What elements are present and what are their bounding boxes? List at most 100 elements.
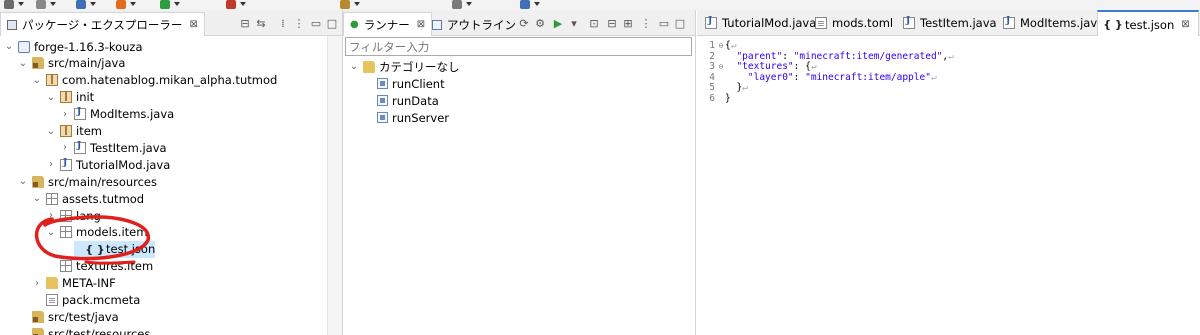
editor-tab-label: mods.toml [832, 16, 894, 30]
debug-icon[interactable] [76, 0, 86, 9]
chevron-down-icon[interactable] [18, 2, 24, 6]
filter-input[interactable] [345, 37, 692, 56]
chevron-down-icon[interactable] [90, 2, 96, 6]
minimize-icon[interactable]: ▭ [309, 16, 323, 30]
code-token: } [725, 82, 743, 94]
package-icon [46, 192, 58, 205]
close-icon[interactable]: ⊠ [1181, 19, 1189, 30]
save-icon[interactable] [4, 0, 14, 9]
tree-item[interactable]: › TutorialMod.java [46, 156, 170, 173]
run-config-item[interactable]: runClient [377, 75, 445, 92]
editor-tab[interactable]: TestItem.java [895, 10, 1005, 36]
run-config-item[interactable]: runServer [377, 109, 449, 126]
view-menu-icon[interactable]: ⋮ [639, 16, 653, 30]
chevron-right-icon[interactable]: › [46, 210, 56, 221]
nav-forward-icon[interactable] [520, 0, 530, 9]
tree-item[interactable]: ⌄ src/main/java [18, 55, 126, 72]
chevron-down-icon[interactable]: ⌄ [32, 193, 42, 204]
run-icon[interactable]: ▶ [551, 16, 565, 30]
nav-back-icon[interactable] [452, 0, 462, 9]
chevron-down-icon[interactable]: ⌄ [18, 58, 28, 69]
tree-item[interactable]: › lang [46, 207, 101, 224]
chevron-down-icon[interactable] [354, 2, 360, 6]
tree-item[interactable]: pack.mcmeta [32, 292, 140, 309]
editor-tab[interactable]: ModItems.java [995, 10, 1112, 36]
close-icon[interactable]: ⊠ [417, 19, 425, 30]
maximize-icon[interactable]: □ [673, 16, 687, 30]
chevron-down-icon[interactable] [240, 2, 246, 6]
category-row[interactable]: ⌄ カテゴリーなし [349, 58, 460, 75]
chevron-down-icon[interactable] [466, 2, 472, 6]
chevron-right-icon[interactable]: › [46, 159, 56, 170]
configure-icon[interactable]: ⚙ [533, 16, 547, 30]
main-toolbar [0, 0, 1200, 10]
chevron-right-icon[interactable]: › [60, 109, 70, 120]
tab-package-explorer[interactable]: パッケージ・エクスプローラー ⊠ [0, 12, 205, 36]
chevron-down-icon[interactable]: ⌄ [32, 75, 42, 86]
tree-item[interactable]: › TestItem.java [60, 139, 167, 156]
tree-item[interactable]: ⌄ forge-1.16.3-kouza [4, 38, 143, 55]
chevron-down-icon[interactable] [50, 2, 56, 6]
chevron-down-icon[interactable]: ⌄ [46, 227, 56, 238]
json-string: "parent" [736, 50, 783, 62]
run-config-item[interactable]: runData [377, 92, 439, 109]
run-config-label: runClient [392, 76, 445, 91]
link-with-editor-icon[interactable]: ⇆ [254, 16, 268, 30]
tree-item[interactable]: { } test.json [74, 240, 156, 258]
project-icon [18, 40, 30, 53]
chevron-down-icon[interactable]: ⌄ [349, 61, 359, 72]
new-folder-icon[interactable]: ⊡ [587, 16, 601, 30]
print-icon[interactable] [36, 0, 46, 9]
tree-item-label: src/main/resources [48, 174, 158, 189]
code-editor[interactable]: 1 ⊖{↵ 2 "parent": "minecraft:item/generate… [697, 36, 1200, 335]
tree-item[interactable]: ⌄ assets.tutmod [32, 190, 144, 207]
tab-runner[interactable]: ● ランナー ⊠ [343, 12, 433, 36]
tree-item[interactable]: ⌄ com.hatenablog.mikan_alpha.tutmod [32, 72, 277, 89]
editor-tab[interactable]: TutorialMod.java [697, 10, 824, 36]
tree-scrollbar[interactable] [327, 36, 342, 335]
tree-item[interactable]: src/test/resources [18, 325, 150, 335]
editor-tab[interactable]: { } test.json ⊠ [1097, 10, 1199, 37]
tree-item[interactable]: ⌄ init [46, 89, 94, 106]
minimize-icon[interactable]: ▭ [657, 16, 671, 30]
focus-icon[interactable]: ⁞ [276, 16, 290, 30]
view-menu-icon[interactable]: ⋮ [292, 16, 306, 30]
tree-item[interactable]: ⌄ models.item [46, 224, 148, 241]
open-type-icon[interactable] [226, 0, 236, 9]
dropdown-icon[interactable]: ▾ [567, 16, 581, 30]
chevron-down-icon[interactable] [130, 2, 136, 6]
editor-tab-label: TestItem.java [920, 16, 997, 30]
tree-item[interactable]: › ModItems.java [60, 106, 174, 123]
maximize-icon[interactable]: □ [325, 16, 339, 30]
chevron-down-icon[interactable]: ⌄ [46, 92, 56, 103]
tree-item[interactable]: src/test/java [18, 308, 119, 325]
chevron-down-icon[interactable] [174, 2, 180, 6]
run-icon[interactable] [116, 0, 126, 9]
tree-item[interactable]: › META-INF [32, 275, 116, 292]
tree-item-label: item [76, 124, 102, 138]
collapse-all-icon[interactable]: ⊟ [238, 16, 252, 30]
chevron-right-icon[interactable]: › [32, 278, 42, 289]
tree-item-label: test.json [106, 242, 156, 257]
chevron-down-icon[interactable] [534, 2, 540, 6]
tree-item[interactable]: ⌄ item [46, 123, 102, 140]
chevron-right-icon[interactable]: › [60, 142, 70, 153]
category-label: カテゴリーなし [379, 59, 460, 74]
chevron-down-icon[interactable]: ⌄ [4, 41, 14, 52]
collapse-icon[interactable]: ⊟ [605, 16, 619, 30]
search-icon[interactable] [340, 0, 350, 9]
refresh-icon[interactable]: ⟳ [517, 16, 531, 30]
fold-toggle-icon[interactable]: ⊖ [717, 41, 725, 50]
editor-tab[interactable]: mods.toml [807, 10, 901, 36]
editor-tab-label: TutorialMod.java [722, 16, 817, 30]
chevron-down-icon[interactable]: ⌄ [46, 126, 56, 137]
tools-icon[interactable] [160, 0, 170, 9]
fold-toggle-icon[interactable]: ⊖ [717, 62, 725, 71]
close-icon[interactable]: ⊠ [189, 19, 197, 30]
tree-item[interactable]: ⌄ src/main/resources [18, 173, 157, 190]
tree-item[interactable]: textures.item [46, 258, 153, 275]
chevron-down-icon[interactable]: ⌄ [18, 176, 28, 187]
tab-outline[interactable]: アウトライン [425, 12, 523, 36]
java-file-icon [74, 141, 86, 154]
expand-icon[interactable]: ⊞ [621, 16, 635, 30]
